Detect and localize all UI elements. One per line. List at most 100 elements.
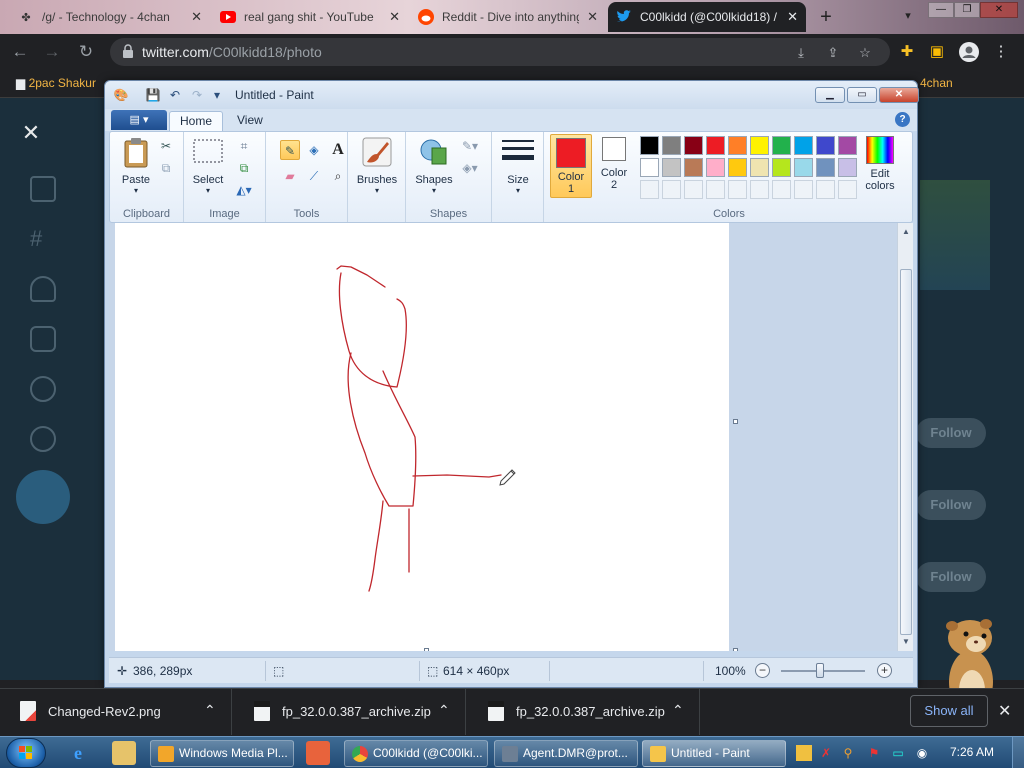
- custom-color-slot[interactable]: [640, 180, 659, 199]
- custom-color-slot[interactable]: [772, 180, 791, 199]
- sidebar-icon[interactable]: ▣: [926, 42, 948, 62]
- palette-swatch[interactable]: [706, 136, 725, 155]
- more-icon[interactable]: [30, 426, 56, 452]
- tray-search-icon[interactable]: ⚲: [840, 745, 856, 761]
- taskbar-item-paint[interactable]: Untitled - Paint: [642, 740, 786, 767]
- firefox-icon[interactable]: [306, 741, 330, 765]
- chevron-up-icon[interactable]: ⌃: [672, 702, 684, 719]
- pencil-icon[interactable]: ✎: [280, 140, 300, 160]
- restore-icon[interactable]: ❐: [954, 2, 980, 18]
- palette-swatch[interactable]: [794, 136, 813, 155]
- tab-reddit[interactable]: Reddit - Dive into anything ✕: [410, 2, 606, 32]
- bookmark-2pac[interactable]: ▆ 2pac Shakur: [16, 76, 96, 90]
- start-button[interactable]: [6, 738, 46, 768]
- custom-color-slot[interactable]: [816, 180, 835, 199]
- color2-button[interactable]: Color 2: [596, 137, 632, 191]
- tab-view[interactable]: View: [227, 111, 273, 131]
- close-icon[interactable]: ✕: [587, 9, 598, 25]
- palette-swatch[interactable]: [772, 158, 791, 177]
- edit-colors-button[interactable]: Edit colors: [856, 136, 904, 192]
- chevron-up-icon[interactable]: ⌃: [204, 702, 216, 719]
- maximize-icon[interactable]: ▭: [847, 87, 877, 103]
- extension-puzzle-icon[interactable]: ✚: [896, 42, 918, 62]
- scroll-thumb[interactable]: [900, 269, 912, 635]
- fill-icon[interactable]: ◈▾: [460, 158, 480, 178]
- close-icon[interactable]: ✕: [787, 9, 798, 25]
- mail-icon[interactable]: [30, 326, 56, 352]
- new-tab-button[interactable]: +: [814, 6, 838, 28]
- undo-icon[interactable]: ↶: [167, 87, 183, 103]
- palette-swatch[interactable]: [640, 136, 659, 155]
- profile-icon[interactable]: [30, 376, 56, 402]
- follow-button[interactable]: Follow: [916, 418, 986, 448]
- follow-button[interactable]: Follow: [916, 562, 986, 592]
- palette-swatch[interactable]: [684, 136, 703, 155]
- share-icon[interactable]: ⇪: [824, 44, 842, 62]
- paint-app-icon[interactable]: 🎨: [113, 87, 129, 103]
- zoom-slider-thumb[interactable]: [816, 663, 824, 678]
- paste-button[interactable]: Paste ▾: [116, 136, 156, 195]
- tray-app-icon[interactable]: [796, 745, 812, 761]
- zoom-out-button[interactable]: −: [755, 663, 770, 678]
- size-button[interactable]: Size ▾: [498, 136, 538, 195]
- save-icon[interactable]: 💾: [145, 87, 161, 103]
- close-icon[interactable]: ✕: [998, 701, 1011, 721]
- copy-icon[interactable]: ⧉: [156, 158, 176, 178]
- download-item[interactable]: fp_32.0.0.387_archive.zip ⌃: [468, 689, 700, 735]
- compose-tweet-button[interactable]: [16, 470, 70, 524]
- palette-swatch[interactable]: [684, 158, 703, 177]
- download-item[interactable]: Changed-Rev2.png ⌃: [0, 689, 232, 735]
- customize-quick-access-icon[interactable]: ▾: [209, 87, 225, 103]
- palette-swatch[interactable]: [706, 158, 725, 177]
- palette-swatch[interactable]: [662, 136, 681, 155]
- minimize-icon[interactable]: —: [928, 2, 954, 18]
- scroll-down-icon[interactable]: ▼: [901, 637, 911, 647]
- help-icon[interactable]: ?: [895, 112, 910, 127]
- forward-arrow-icon[interactable]: →: [42, 42, 62, 62]
- tab-youtube[interactable]: real gang shit - YouTube ✕: [212, 2, 408, 32]
- eraser-icon[interactable]: ▰: [280, 166, 300, 186]
- taskbar-item-media-player[interactable]: Windows Media Pl...: [150, 740, 294, 767]
- palette-swatch[interactable]: [816, 158, 835, 177]
- fill-bucket-icon[interactable]: ◈: [304, 140, 324, 160]
- palette-swatch[interactable]: [728, 158, 747, 177]
- follow-button[interactable]: Follow: [916, 490, 986, 520]
- color-picker-icon[interactable]: ⟋: [304, 166, 324, 186]
- palette-swatch[interactable]: [662, 158, 681, 177]
- vertical-scrollbar[interactable]: ▲ ▼: [897, 223, 913, 651]
- show-desktop-button[interactable]: [1012, 737, 1024, 768]
- reload-icon[interactable]: ↻: [76, 42, 96, 62]
- custom-color-slot[interactable]: [794, 180, 813, 199]
- palette-swatch[interactable]: [772, 136, 791, 155]
- palette-swatch[interactable]: [794, 158, 813, 177]
- custom-color-slot[interactable]: [662, 180, 681, 199]
- show-all-downloads-button[interactable]: Show all: [910, 695, 988, 727]
- crop-icon[interactable]: ⌗: [234, 136, 254, 156]
- color1-button[interactable]: Color 1: [550, 134, 592, 198]
- drawing-canvas[interactable]: [115, 223, 729, 651]
- palette-swatch[interactable]: [838, 158, 857, 177]
- custom-color-slot[interactable]: [684, 180, 703, 199]
- custom-color-slot[interactable]: [750, 180, 769, 199]
- hashtag-icon[interactable]: #: [30, 226, 56, 252]
- more-menu-icon[interactable]: ⋮: [990, 42, 1012, 62]
- resize-handle-corner[interactable]: [733, 648, 738, 651]
- internet-explorer-icon[interactable]: e: [66, 741, 90, 765]
- back-arrow-icon[interactable]: ←: [10, 42, 30, 62]
- taskbar-item-chrome[interactable]: C00lkidd (@C00lki...: [344, 740, 488, 767]
- close-icon[interactable]: ✕: [389, 9, 400, 25]
- close-window-icon[interactable]: ✕: [879, 87, 919, 103]
- install-app-icon[interactable]: ⤓: [792, 44, 810, 62]
- file-explorer-icon[interactable]: [112, 741, 136, 765]
- volume-icon[interactable]: ◉: [914, 745, 930, 761]
- bell-icon[interactable]: [30, 276, 56, 302]
- network-icon[interactable]: ▭: [890, 745, 906, 761]
- close-window-icon[interactable]: ✕: [980, 2, 1018, 18]
- palette-swatch[interactable]: [838, 136, 857, 155]
- resize-icon[interactable]: ⧉: [234, 158, 254, 178]
- flag-icon[interactable]: ⚑: [866, 745, 882, 761]
- tab-twitter[interactable]: C00lkidd (@C00lkidd18) / Twitter ✕: [608, 2, 806, 32]
- custom-color-slot[interactable]: [728, 180, 747, 199]
- palette-swatch[interactable]: [728, 136, 747, 155]
- outline-icon[interactable]: ✎▾: [460, 136, 480, 156]
